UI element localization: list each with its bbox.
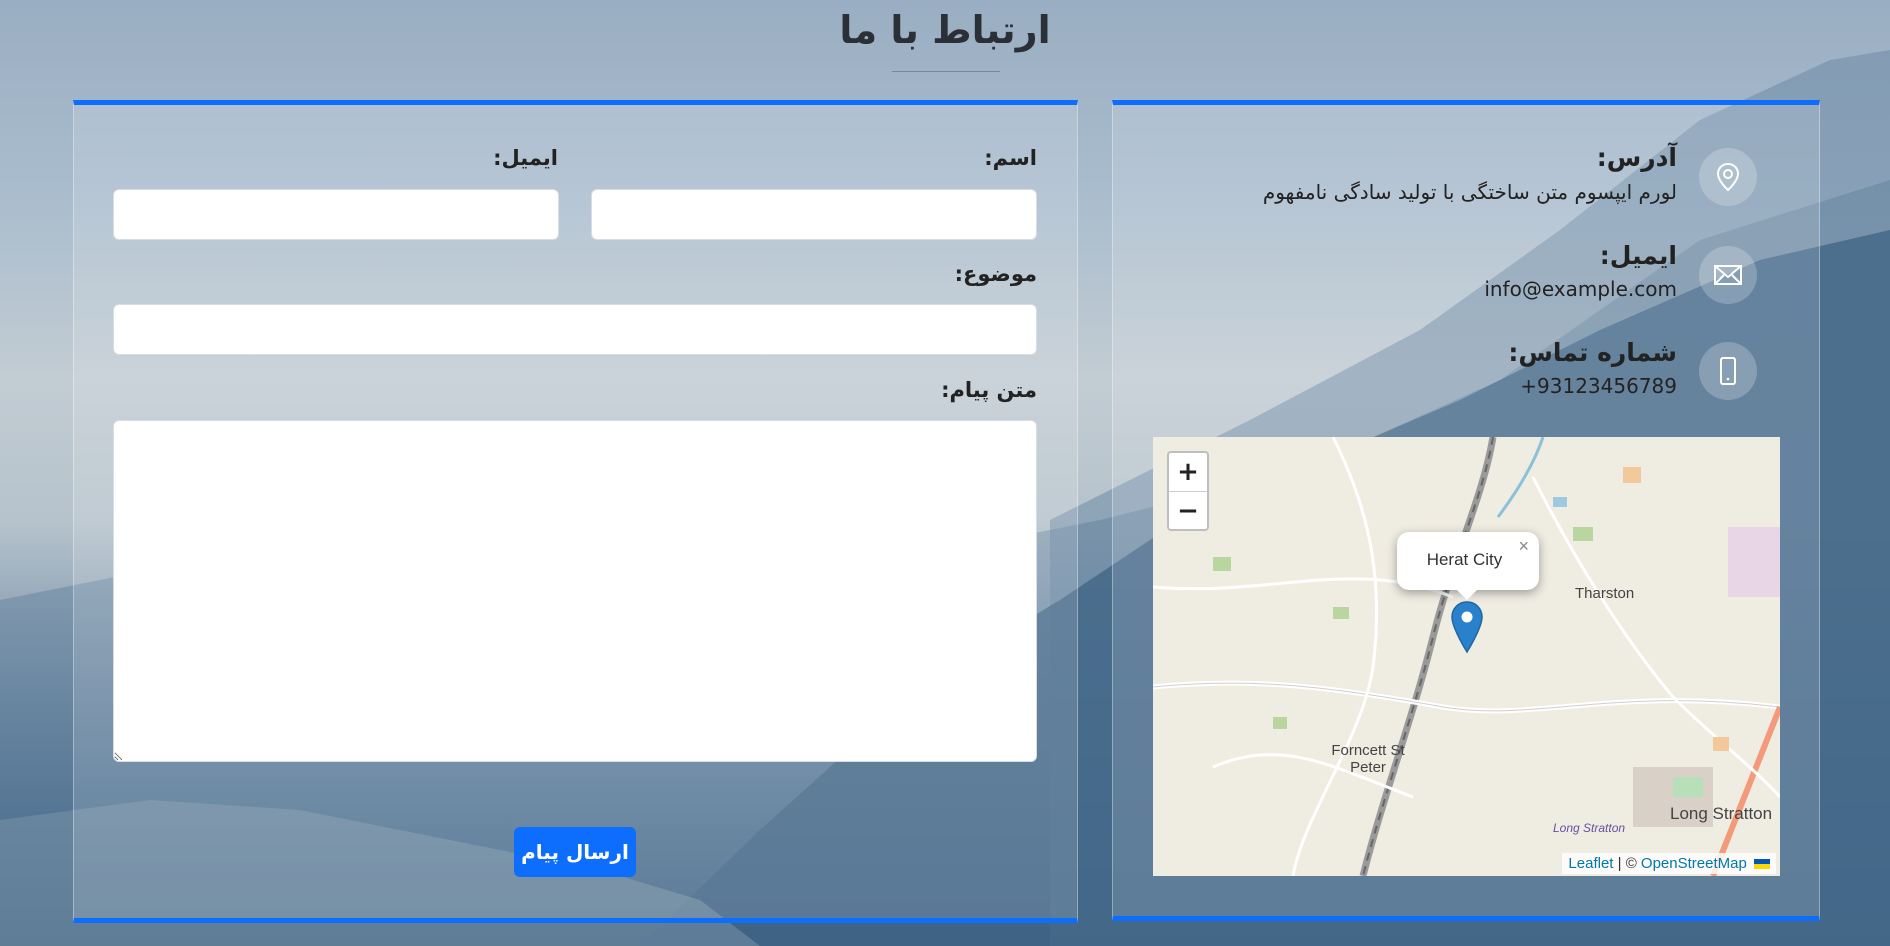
zoom-in-button[interactable]: +: [1169, 453, 1207, 492]
phone-icon-circle: [1699, 342, 1757, 400]
map-place-label: Forncett St Peter: [1331, 742, 1405, 776]
phone-title: شماره تماس:: [1508, 338, 1677, 367]
map[interactable]: Tharston Forncett St Peter Long Stratton…: [1153, 437, 1780, 876]
subject-input[interactable]: [113, 304, 1037, 355]
map-place-label: Long Stratton: [1670, 804, 1773, 823]
name-label: اسم:: [984, 146, 1037, 170]
leaflet-link[interactable]: Leaflet: [1568, 855, 1613, 872]
map-place-label: Long Stratton: [1553, 821, 1626, 835]
map-attribution: Leaflet | © OpenStreetMap: [1562, 853, 1776, 874]
map-marker-icon[interactable]: [1450, 600, 1484, 654]
subject-label: موضوع:: [954, 262, 1037, 286]
address-icon-circle: [1699, 148, 1757, 206]
send-message-button[interactable]: ارسال پیام: [514, 827, 636, 877]
address-title: آدرس:: [1596, 143, 1677, 172]
zoom-out-button[interactable]: −: [1169, 492, 1207, 530]
map-pin-icon: [1716, 162, 1740, 192]
ukraine-flag-icon: [1754, 859, 1770, 870]
message-textarea[interactable]: [113, 420, 1037, 762]
map-popup: Herat City ×: [1397, 532, 1539, 590]
attribution-separator: | ©: [1613, 855, 1641, 872]
popup-text: Herat City: [1426, 550, 1503, 569]
popup-tip: [1455, 588, 1479, 600]
map-zoom-control: + −: [1167, 451, 1209, 531]
osm-link[interactable]: OpenStreetMap: [1641, 855, 1747, 872]
page-title: ارتباط با ما: [839, 8, 1051, 52]
popup-close-icon[interactable]: ×: [1518, 536, 1529, 557]
phone-text[interactable]: 93123456789+: [1520, 374, 1677, 398]
title-underline: [892, 71, 1000, 72]
mobile-phone-icon: [1720, 357, 1736, 385]
email-text[interactable]: info@example.com: [1484, 277, 1677, 301]
address-text: لورم ایپسوم متن ساختگی با تولید سادگی نا…: [1262, 180, 1677, 204]
email-input[interactable]: [113, 189, 559, 240]
message-label: متن پیام:: [941, 378, 1037, 402]
email-label: ایمیل:: [493, 146, 558, 170]
email-icon-circle: [1699, 246, 1757, 304]
envelope-icon: [1714, 265, 1742, 285]
email-title: ایمیل:: [1599, 241, 1677, 270]
map-place-label: Tharston: [1575, 585, 1635, 602]
name-input[interactable]: [591, 189, 1037, 240]
